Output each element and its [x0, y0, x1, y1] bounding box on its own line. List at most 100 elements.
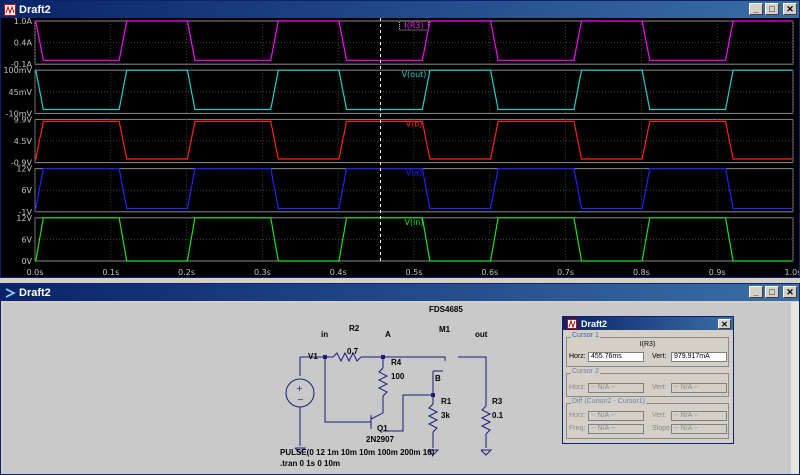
waveform-window[interactable]: Draft2 _ □ ✕ 1.0A 0.4A -0.1A I(R3) 100mV 45mV…	[0, 0, 800, 278]
diff-horz-label: Horz:	[569, 412, 586, 419]
y-tick-label: 45mV	[9, 88, 33, 97]
v1-plus-sign: +	[296, 384, 303, 393]
junction-b	[431, 393, 435, 397]
tran-directive[interactable]: .tran 0 1s 0 10m	[280, 459, 340, 468]
cursor2-group-label: Cursor 2	[571, 368, 600, 375]
node-out-label: out	[475, 330, 488, 339]
wire-q1-collector	[383, 394, 433, 432]
x-tick-label: 0.9s	[709, 268, 726, 277]
schematic-window-title: Draft2	[19, 286, 51, 299]
minimize-button[interactable]: _	[749, 3, 763, 15]
r3-value-label: 0.1	[492, 411, 504, 420]
trace-label[interactable]: V(a)	[406, 169, 423, 178]
y-tick-label: 0.4A	[14, 39, 33, 48]
mosfet-m1-channel[interactable]	[433, 356, 446, 361]
transistor-q1-leads[interactable]	[370, 412, 384, 420]
y-tick-label: 4.5V	[14, 137, 33, 146]
node-b-label: B	[435, 374, 441, 383]
cursor1-horz-field[interactable]: 455.76ms	[588, 352, 644, 362]
y-tick-label: 9.9V	[14, 115, 33, 124]
mosfet-model-label: FDS4685	[429, 305, 463, 314]
cursor1-trace-name: I(R3)	[639, 341, 656, 348]
r1-name-label: R1	[441, 397, 452, 406]
diff-freq-field: -- N/A --	[588, 424, 644, 434]
maximize-button[interactable]: □	[765, 286, 779, 298]
diff-group-label: Diff (Cursor2 - Cursor1)	[571, 398, 646, 405]
cursor1-horz-label: Horz:	[569, 353, 586, 360]
diff-freq-label: Freq:	[569, 425, 586, 432]
close-button[interactable]: ✕	[718, 319, 731, 329]
x-tick-label: 0.0s	[27, 268, 44, 277]
y-tick-label: 12V	[16, 165, 32, 174]
close-button[interactable]: ✕	[783, 286, 797, 298]
y-tick-label: 100mV	[3, 66, 32, 75]
y-tick-label: 6V	[21, 235, 32, 244]
diff-vert-label: Vert:	[652, 412, 667, 419]
y-tick-label: 1.0A	[14, 18, 33, 26]
junction-in	[323, 355, 327, 359]
schematic-scrollbar[interactable]	[791, 302, 799, 474]
cursor2-vert-label: Vert:	[652, 384, 667, 391]
waveform-window-title: Draft2	[19, 3, 51, 16]
cursor2-horz-field: -- N/A --	[588, 383, 644, 393]
cursor1-group: Cursor 1 I(R3) Horz: 455.76ms Vert: 979.…	[566, 332, 729, 367]
r1-value-label: 3k	[441, 411, 450, 420]
minimize-button[interactable]: _	[749, 286, 763, 298]
diff-group: Diff (Cursor2 - Cursor1) Horz: -- N/A --…	[566, 398, 729, 439]
cursor-readout-window[interactable]: Draft2 ✕ Cursor 1 I(R3) Horz: 455.76ms V…	[562, 316, 734, 444]
cursor1-vert-label: Vert:	[652, 353, 667, 360]
junction-a	[381, 355, 385, 359]
x-tick-label: 0.5s	[406, 268, 423, 277]
y-tick-label: 0V	[21, 257, 32, 266]
cursor1-group-label: Cursor 1	[571, 332, 600, 339]
r3-name-label: R3	[492, 397, 503, 406]
q1-name-label: Q1	[377, 424, 388, 433]
schematic-titlebar[interactable]: Draft2 _ □ ✕	[1, 284, 799, 301]
waveform-plot-area[interactable]: 1.0A 0.4A -0.1A I(R3) 100mV 45mV -10mV V(out) 9.…	[1, 18, 799, 277]
diff-horz-field: -- N/A --	[588, 411, 644, 421]
resistor-r4[interactable]	[377, 367, 389, 397]
q1-model-label: 2N2907	[366, 435, 395, 444]
y-tick-label: 12V	[16, 214, 32, 223]
r4-value-label: 100	[391, 372, 405, 381]
waveform-chart[interactable]: 1.0A0.4A-0.1AI(R3)100mV45mV-10mVV(out)9.…	[1, 18, 799, 277]
cursor-window-title: Draft2	[581, 318, 608, 329]
diff-slope-label: Slope:	[652, 425, 672, 432]
trace-label[interactable]: I(R3)	[404, 21, 423, 30]
node-a-label: A	[385, 330, 391, 339]
x-tick-label: 0.4s	[330, 268, 347, 277]
cursor2-horz-label: Horz:	[569, 384, 586, 391]
diff-slope-field: -- N/A --	[671, 424, 727, 434]
mosfet-name-label: M1	[439, 325, 451, 334]
cursor-app-icon	[566, 318, 578, 330]
x-tick-label: 0.7s	[557, 268, 574, 277]
cursor1-vert-field[interactable]: 979.917mA	[671, 352, 727, 362]
wire-m1-out	[458, 356, 487, 406]
x-tick-label: 0.1s	[102, 268, 119, 277]
resistor-r3[interactable]	[480, 405, 492, 435]
cursor-titlebar[interactable]: Draft2 ✕	[563, 317, 733, 330]
resistor-r1[interactable]	[427, 403, 439, 433]
cursor2-group: Cursor 2 Horz: -- N/A -- Vert: -- N/A --	[566, 368, 729, 397]
x-tick-label: 0.3s	[254, 268, 271, 277]
waveform-titlebar[interactable]: Draft2 _ □ ✕	[1, 1, 799, 18]
r2-value-label: 0.7	[347, 347, 359, 356]
y-tick-label: 6V	[21, 186, 32, 195]
maximize-button[interactable]: □	[765, 3, 779, 15]
wire-in-down	[324, 357, 371, 423]
ground-symbol-r3	[480, 449, 493, 456]
trace-label[interactable]: V(in)	[404, 218, 423, 227]
trace-label[interactable]: V(b)	[406, 119, 423, 128]
node-in-label: in	[321, 330, 329, 339]
r2-name-label: R2	[349, 324, 360, 333]
x-tick-label: 1.0s	[785, 268, 799, 277]
x-tick-label: 0.2s	[178, 268, 195, 277]
waveform-app-icon	[4, 3, 16, 16]
trace-label[interactable]: V(out)	[402, 70, 427, 79]
v1-name-label: V1	[308, 352, 318, 361]
x-tick-label: 0.6s	[481, 268, 498, 277]
close-button[interactable]: ✕	[783, 3, 797, 15]
schematic-app-icon	[4, 287, 16, 299]
pulse-directive[interactable]: PULSE(0 12 1m 10m 10m 100m 200m 10)	[280, 448, 434, 457]
cursor2-vert-field: -- N/A --	[671, 383, 727, 393]
